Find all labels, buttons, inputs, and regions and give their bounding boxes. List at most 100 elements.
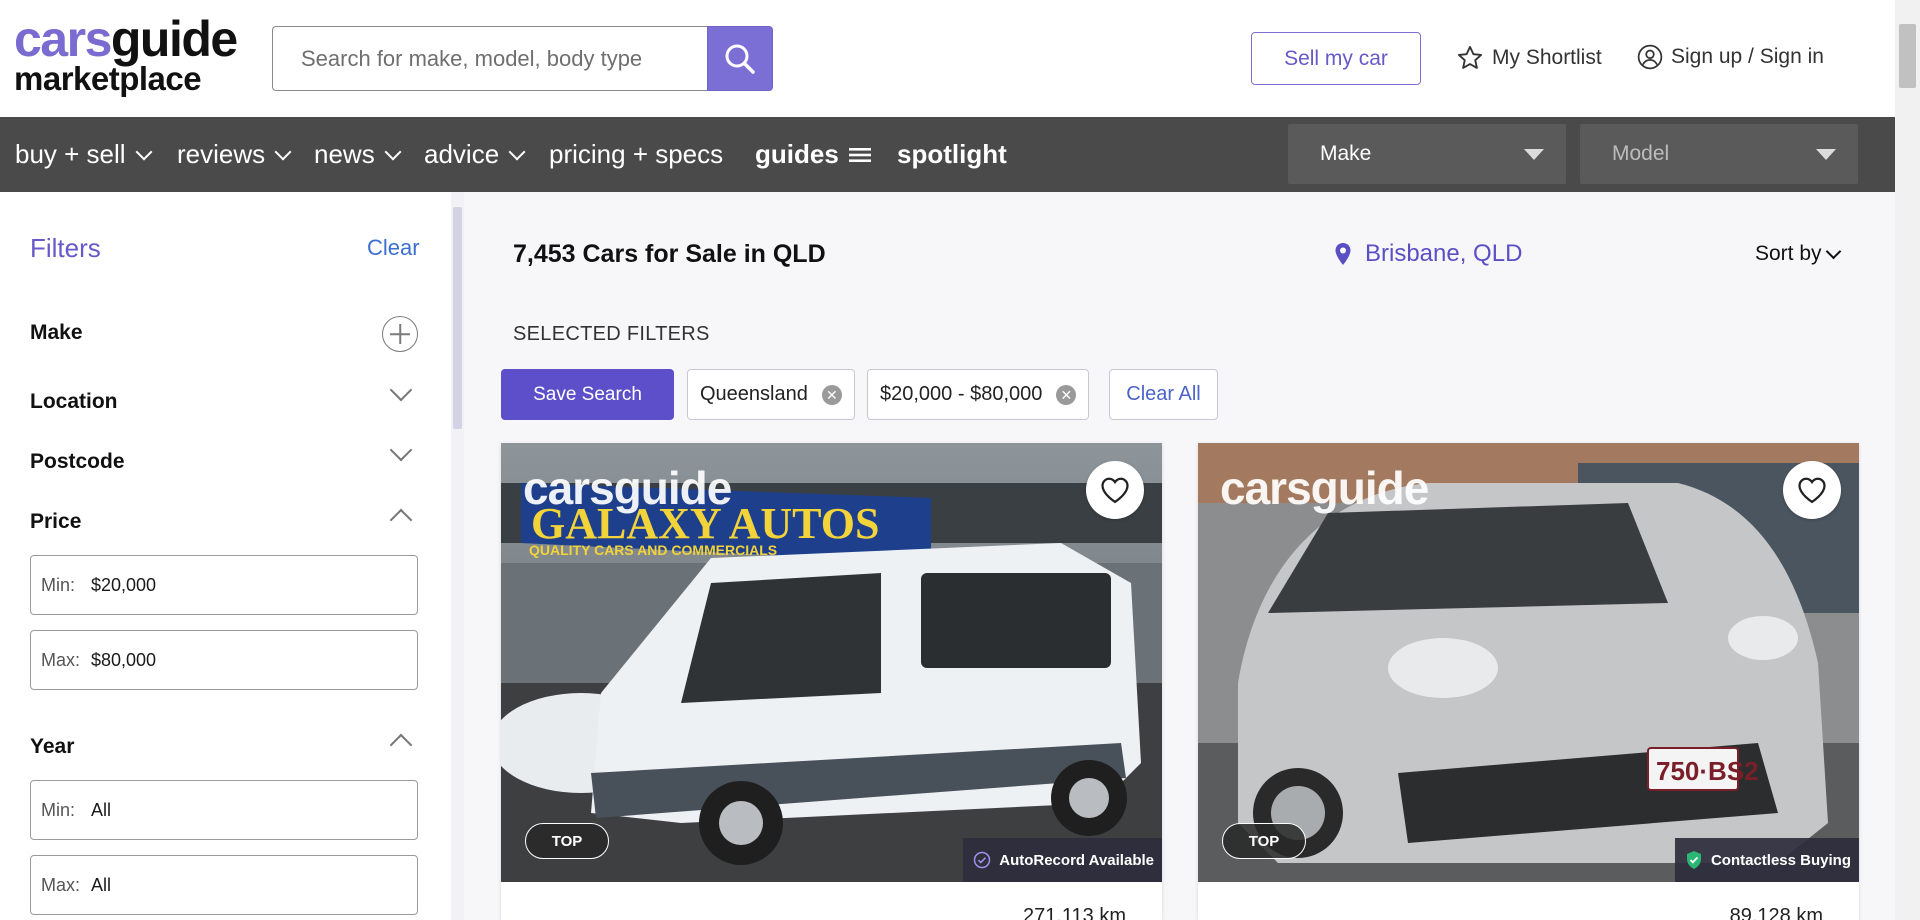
listing-photo[interactable]: GALAXY AUTOS QUALITY CARS AND COMMERCIAL… (501, 443, 1162, 882)
filter-chip-price[interactable]: $20,000 - $80,000 ✕ (867, 369, 1090, 420)
price-min-value: $20,000 (91, 574, 157, 595)
year-min-field[interactable]: Min: All (30, 780, 418, 840)
filter-chip-queensland[interactable]: Queensland ✕ (687, 369, 855, 420)
odometer: 89,128 km (1729, 905, 1823, 920)
price-min-label: Min: (41, 574, 76, 595)
user-icon (1637, 44, 1663, 70)
sign-subtext: QUALITY CARS AND COMMERCIALS (529, 542, 777, 558)
filter-postcode[interactable]: Postcode (30, 450, 125, 474)
year-max-value: All (91, 874, 112, 895)
signin-label: Sign up / Sign in (1671, 45, 1824, 68)
page-scrollbar[interactable] (1895, 0, 1920, 920)
contactless-label: Contactless Buying (1710, 851, 1851, 869)
filter-location[interactable]: Location (30, 390, 118, 414)
nav-pricing-specs[interactable]: pricing + specs (549, 117, 723, 192)
search-button[interactable] (707, 26, 773, 91)
nav-guides[interactable]: guides (755, 117, 871, 192)
page-scroll-thumb[interactable] (1899, 24, 1916, 88)
location-link[interactable]: Brisbane, QLD (1333, 240, 1522, 268)
contactless-badge: Contactless Buying (1674, 838, 1859, 882)
carsguide-watermark: carsguide (1220, 462, 1429, 514)
chevron-down-icon (274, 143, 292, 160)
nav-reviews-label: reviews (177, 139, 266, 169)
sidebar-scrollbar[interactable] (451, 192, 464, 920)
nav-news[interactable]: news (314, 117, 405, 192)
price-max-field[interactable]: Max: $80,000 (30, 630, 418, 690)
year-max-field[interactable]: Max: All (30, 855, 418, 915)
map-pin-icon (1335, 243, 1351, 265)
clear-all-button[interactable]: Clear All (1109, 369, 1218, 420)
nav-buy-sell[interactable]: buy + sell (15, 117, 156, 192)
nav-guides-label: guides (755, 139, 839, 169)
site-header: carsguide marketplace Sell my car My Sho… (0, 0, 1895, 117)
location-label: Brisbane, QLD (1365, 240, 1523, 267)
model-select[interactable]: Model (1580, 124, 1858, 184)
chip-label: $20,000 - $80,000 (880, 383, 1043, 405)
top-badge: TOP (525, 823, 609, 859)
listing-photo[interactable]: 750·BS2 carsguide TOP Contactless Buying (1198, 443, 1859, 882)
nav-reviews[interactable]: reviews (177, 117, 295, 192)
sign-in-link[interactable]: Sign up / Sign in (1637, 44, 1824, 70)
chevron-down-icon (1825, 243, 1841, 259)
check-circle-icon (973, 851, 991, 869)
year-max-label: Max: (41, 874, 81, 895)
filters-title: Filters (30, 233, 101, 263)
shield-check-icon (1686, 851, 1701, 869)
make-select-value: Make (1320, 142, 1372, 165)
listing-card[interactable]: 750·BS2 carsguide TOP Contactless Buying… (1198, 443, 1859, 920)
logo-marketplace: marketplace (14, 60, 202, 97)
chevron-down-icon (135, 143, 153, 160)
filter-price[interactable]: Price (30, 510, 81, 534)
price-max-label: Max: (41, 649, 81, 670)
heart-icon (1101, 477, 1129, 504)
favourite-button[interactable] (1783, 461, 1841, 519)
results-count-title: 7,453 Cars for Sale in QLD (513, 240, 826, 268)
nav-advice[interactable]: advice (424, 117, 529, 192)
favourite-button[interactable] (1086, 461, 1144, 519)
chevron-down-icon (384, 143, 402, 160)
search-bar (272, 26, 773, 91)
autorecord-badge: AutoRecord Available (963, 838, 1162, 882)
odometer: 271,113 km (1022, 905, 1126, 920)
filter-year[interactable]: Year (30, 735, 74, 759)
close-icon[interactable]: ✕ (1056, 384, 1077, 405)
nav-advice-label: advice (424, 139, 500, 169)
selected-filters-heading: SELECTED FILTERS (513, 323, 710, 345)
nav-spotlight[interactable]: spotlight (897, 117, 1007, 192)
logo-cars: cars (14, 11, 112, 67)
autorecord-label: AutoRecord Available (999, 851, 1154, 869)
carsguide-logo[interactable]: carsguide marketplace (14, 11, 238, 97)
make-select[interactable]: Make (1288, 124, 1566, 184)
price-min-field[interactable]: Min: $20,000 (30, 555, 418, 615)
nav-news-label: news (314, 139, 375, 169)
filters-clear-link[interactable]: Clear (367, 235, 420, 261)
top-badge: TOP (1222, 823, 1306, 859)
my-shortlist-link[interactable]: My Shortlist (1456, 44, 1602, 72)
nav-pricing-label: pricing + specs (549, 139, 724, 169)
logo-guide: guide (110, 11, 238, 67)
filter-make[interactable]: Make (30, 321, 83, 345)
nav-spotlight-label: spotlight (897, 139, 1007, 169)
main-nav: buy + sell reviews news advice pricing +… (0, 117, 1895, 192)
plate-text: 750·BS2 (1656, 756, 1759, 786)
carsguide-watermark: carsguide (523, 462, 732, 514)
search-icon (725, 44, 755, 74)
save-search-button[interactable]: Save Search (501, 369, 674, 420)
menu-icon (848, 147, 871, 162)
close-icon[interactable]: ✕ (821, 384, 842, 405)
sidebar-scroll-thumb[interactable] (453, 207, 462, 429)
heart-icon (1798, 477, 1826, 504)
shortlist-label: My Shortlist (1492, 46, 1602, 69)
price-max-value: $80,000 (91, 649, 157, 670)
chip-label: Queensland (700, 383, 808, 405)
dropdown-arrow-icon (1524, 149, 1544, 160)
sort-by-label: Sort by (1755, 242, 1822, 265)
sort-by-dropdown[interactable]: Sort by (1755, 242, 1841, 266)
plus-circle-icon[interactable] (382, 316, 418, 352)
star-icon (1457, 45, 1483, 69)
nav-buy-sell-label: buy + sell (15, 139, 126, 169)
listing-card[interactable]: GALAXY AUTOS QUALITY CARS AND COMMERCIAL… (501, 443, 1162, 920)
year-min-label: Min: (41, 799, 76, 820)
sell-my-car-button[interactable]: Sell my car (1251, 32, 1421, 85)
search-input[interactable] (272, 26, 707, 91)
